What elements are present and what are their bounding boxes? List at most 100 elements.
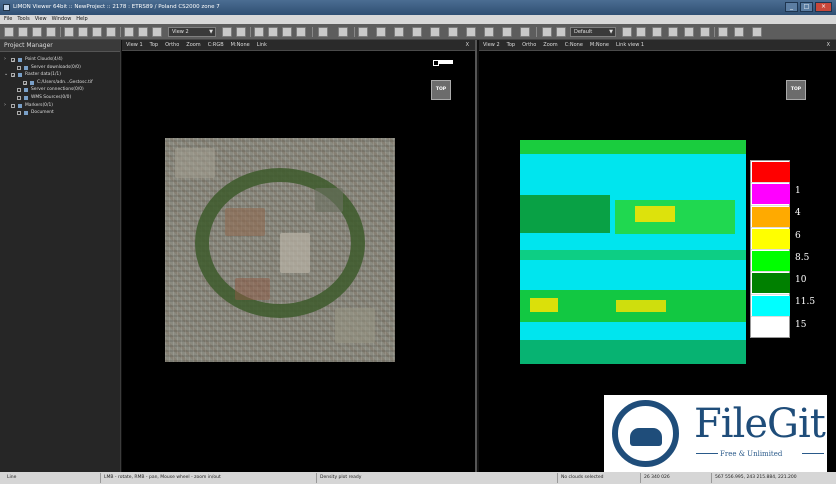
profile-icon[interactable] (152, 27, 162, 37)
visibility-checkbox[interactable]: ✓ (23, 80, 27, 85)
toolbar-separator (120, 27, 121, 37)
visibility-checkbox[interactable] (11, 103, 15, 108)
density-band (520, 195, 610, 233)
measure-area-icon[interactable] (668, 27, 678, 37)
view-1[interactable]: View 1 Top Ortho Zoom C:RGB M:None Link … (122, 40, 477, 472)
view-1-tab-link[interactable]: Link (257, 40, 267, 50)
visibility-checkbox[interactable] (17, 88, 21, 93)
grid-icon[interactable] (542, 27, 552, 37)
tree-item[interactable]: ⌄ ✓ Raster data(1/1) (0, 71, 120, 79)
visibility-checkbox[interactable]: ✓ (11, 73, 15, 78)
raster-icon[interactable] (92, 27, 102, 37)
color-scheme-value: Default (574, 29, 593, 35)
view-1-tab-zoom[interactable]: Zoom (186, 40, 200, 50)
delete-icon[interactable] (520, 27, 530, 37)
undo-icon[interactable] (718, 27, 728, 37)
view-1-tab-mode[interactable]: M:None (231, 40, 250, 50)
section-icon[interactable] (484, 27, 494, 37)
filter-icon[interactable] (448, 27, 458, 37)
cloud-icon[interactable] (78, 27, 88, 37)
menu-view[interactable]: View (35, 15, 47, 24)
view-front-icon[interactable] (236, 27, 246, 37)
view-1-tab-ortho[interactable]: Ortho (165, 40, 179, 50)
view-2-top-button[interactable]: TOP (786, 80, 806, 100)
view-1-tab-color[interactable]: C:RGB (208, 40, 224, 50)
expand-icon[interactable]: › (4, 56, 6, 64)
settings-icon[interactable] (338, 27, 348, 37)
redo-icon[interactable] (734, 27, 744, 37)
view-2-tab-name[interactable]: View 2 (483, 40, 500, 50)
tree-item[interactable]: Server connections(0/0) (0, 86, 120, 94)
measure-distance-icon[interactable] (652, 27, 662, 37)
tree-item[interactable]: ✓ C:/Users/adn...Gestosc.tif (0, 79, 120, 87)
tree-item[interactable]: › Markers(0/1) (0, 102, 120, 110)
tree-item-label: C:/Users/adn...Gestosc.tif (37, 79, 93, 85)
maximize-button[interactable]: □ (800, 2, 813, 12)
help-icon[interactable] (752, 27, 762, 37)
close-button[interactable]: × (815, 2, 832, 12)
view-1-top-button[interactable]: TOP (431, 80, 451, 100)
marker-icon[interactable] (124, 27, 134, 37)
edit-icon[interactable] (502, 27, 512, 37)
view-2-tab-link[interactable]: Link view 1 (616, 40, 644, 50)
view-2-header: View 2 Top Ortho Zoom C:None M:None Link… (479, 40, 836, 51)
view-2-close-button[interactable]: X (827, 40, 830, 51)
legend-label: 10 (795, 275, 807, 285)
tree-item[interactable]: WMS Sources(0/0) (0, 94, 120, 102)
arrow-up-icon[interactable] (268, 27, 278, 37)
tree-item[interactable]: › ✓ Point Clouds(4/4) (0, 56, 120, 64)
expand-icon[interactable]: ⌄ (4, 71, 8, 79)
view-2-tab-zoom[interactable]: Zoom (543, 40, 557, 50)
import-icon[interactable] (46, 27, 56, 37)
angle-icon[interactable] (700, 27, 710, 37)
menu-tools[interactable]: Tools (17, 15, 29, 24)
server-icon[interactable] (106, 27, 116, 37)
classify-icon[interactable] (466, 27, 476, 37)
select-add-icon[interactable] (376, 27, 386, 37)
view-2-tab-top[interactable]: Top (507, 40, 515, 50)
visibility-checkbox[interactable] (17, 111, 21, 116)
view-2-tab-ortho[interactable]: Ortho (522, 40, 536, 50)
arrow-left-icon[interactable] (282, 27, 292, 37)
town-square (280, 233, 310, 273)
view-top-icon[interactable] (222, 27, 232, 37)
layers-icon[interactable] (64, 27, 74, 37)
minimize-button[interactable]: _ (785, 2, 798, 12)
measure-height-icon[interactable] (684, 27, 694, 37)
app-icon (3, 4, 10, 11)
measure-icon[interactable] (138, 27, 148, 37)
select-points-icon[interactable] (358, 27, 368, 37)
view-1-close-button[interactable]: X (466, 40, 469, 51)
visibility-checkbox[interactable]: ✓ (11, 58, 15, 63)
menu-file[interactable]: File (4, 15, 12, 24)
open-project-icon[interactable] (18, 27, 28, 37)
new-project-icon[interactable] (4, 27, 14, 37)
arrow-right-icon[interactable] (296, 27, 306, 37)
layer-icon (18, 103, 22, 108)
view-1-tab-name[interactable]: View 1 (126, 40, 143, 50)
point-size-icon[interactable] (622, 27, 632, 37)
legend-swatch (752, 206, 790, 227)
lighting-icon[interactable] (636, 27, 646, 37)
tree-item-label: Server downloads(0/0) (31, 64, 81, 70)
save-project-icon[interactable] (32, 27, 42, 37)
arrow-down-icon[interactable] (254, 27, 264, 37)
color-scheme-select[interactable]: Default ▼ (570, 27, 616, 37)
palette-icon[interactable] (556, 27, 566, 37)
view-2-tab-mode[interactable]: M:None (590, 40, 609, 50)
menu-window[interactable]: Window (52, 15, 72, 24)
expand-icon[interactable]: › (4, 102, 6, 110)
select-polygon-icon[interactable] (430, 27, 440, 37)
tree-item[interactable]: Server downloads(0/0) (0, 64, 120, 72)
view-1-tab-top[interactable]: Top (150, 40, 158, 50)
menu-help[interactable]: Help (76, 15, 87, 24)
select-remove-icon[interactable] (394, 27, 404, 37)
visibility-checkbox[interactable] (17, 65, 21, 70)
select-box-icon[interactable] (412, 27, 422, 37)
pick-icon[interactable] (318, 27, 328, 37)
tree-item[interactable]: Document (0, 109, 120, 117)
visibility-checkbox[interactable] (17, 95, 21, 100)
legend-label: 15 (795, 319, 807, 330)
view-2-tab-color[interactable]: C:None (565, 40, 583, 50)
view-select[interactable]: View 2 ▼ (168, 27, 216, 37)
